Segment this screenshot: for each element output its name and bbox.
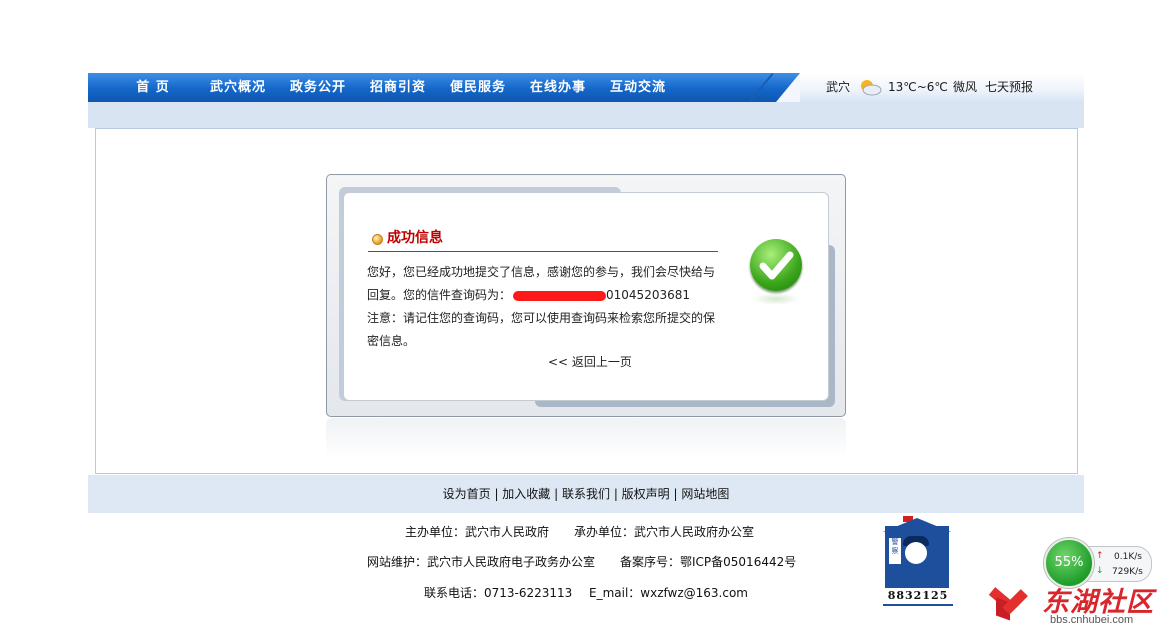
dialog-title-row: 成功信息 xyxy=(368,227,718,252)
dialog-inner-panel: 成功信息 您好，您已经成功地提交了信息，感谢您的参与，我们会尽快给与 回复。您的… xyxy=(343,192,829,401)
back-link[interactable]: << 返回上一页 xyxy=(548,353,632,371)
success-dialog: 成功信息 您好，您已经成功地提交了信息，感谢您的参与，我们会尽快给与 回复。您的… xyxy=(326,174,846,417)
query-code-value: 01045203681 xyxy=(606,288,690,302)
police-face-icon xyxy=(905,542,927,564)
footer-links-bar: 设为首页 | 加入收藏 | 联系我们 | 版权声明 | 网站地图 xyxy=(88,475,1084,513)
nav-item-interaction[interactable]: 互动交流 xyxy=(598,73,678,102)
police-badge[interactable]: 警察 8832125 xyxy=(883,516,955,606)
redacted-code-mark xyxy=(513,290,607,301)
watermark-logo-icon xyxy=(988,582,1032,622)
weather-forecast-link[interactable]: 七天预报 xyxy=(985,73,1033,102)
message-line-4: 密信息。 xyxy=(367,334,416,348)
police-number: 8832125 xyxy=(883,588,953,606)
weather-city: 武穴 xyxy=(826,80,851,94)
footer-link-sitemap[interactable]: 网站地图 xyxy=(681,487,729,501)
upload-arrow-icon: ↑ xyxy=(1096,551,1104,561)
nav-item-public-service[interactable]: 便民服务 xyxy=(438,73,518,102)
footer-email: E_mail：wxzfwz@163.com xyxy=(589,586,748,600)
footer-maintainer: 网站维护：武穴市人民政府电子政务办公室 xyxy=(367,555,596,569)
sub-bar xyxy=(88,102,1084,128)
query-code-label: 回复。您的信件查询码为： xyxy=(367,288,512,302)
footer-link-set-home[interactable]: 设为首页 xyxy=(443,487,491,501)
network-speed-widget[interactable]: 55% ↑ 0.1K/s ↓ 729K/s xyxy=(1044,538,1152,588)
weather-wind: 微风 xyxy=(953,80,978,94)
nav-item-gov-affairs[interactable]: 政务公开 xyxy=(278,73,358,102)
footer-link-contact[interactable]: 联系我们 xyxy=(562,487,610,501)
dialog-reflection xyxy=(326,418,846,458)
checkmark-icon xyxy=(750,239,802,291)
footer-phone: 联系电话：0713-6223113 xyxy=(424,586,573,600)
weather-slant-decoration xyxy=(776,73,800,102)
weather-panel: 武穴 13℃~6℃ 微风 七天预报 xyxy=(748,73,1084,102)
message-line-2: 回复。您的信件查询码为： 01045203681 xyxy=(367,284,727,307)
weather-slant-line xyxy=(748,73,774,102)
partly-cloudy-icon xyxy=(861,80,882,96)
footer-organizer: 承办单位：武穴市人民政府办公室 xyxy=(574,525,755,539)
weather-temperature: 13℃~6℃ xyxy=(888,80,948,94)
footer-link-favorites[interactable]: 加入收藏 xyxy=(502,487,550,501)
download-speed: 729K/s xyxy=(1112,567,1143,577)
bullet-icon xyxy=(372,234,383,245)
message-line-3: 注意：请记住您的查询码，您可以使用查询码来检索您所提交的保 xyxy=(367,311,716,325)
nav-menu: 首 页 武穴概况 政务公开 招商引资 便民服务 在线办事 互动交流 xyxy=(88,73,678,102)
watermark: 东湖社区 bbs.cnhubei.com xyxy=(988,580,1170,632)
checkmark-reflection xyxy=(752,293,800,305)
upload-speed: 0.1K/s xyxy=(1114,552,1142,562)
download-arrow-icon: ↓ xyxy=(1096,566,1104,576)
nav-item-online-service[interactable]: 在线办事 xyxy=(518,73,598,102)
message-line-1: 您好，您已经成功地提交了信息，感谢您的参与，我们会尽快给与 xyxy=(367,265,716,279)
police-sign: 警察 xyxy=(889,538,901,564)
nav-item-investment[interactable]: 招商引资 xyxy=(358,73,438,102)
watermark-url: bbs.cnhubei.com xyxy=(1050,614,1134,626)
footer-link-copyright[interactable]: 版权声明 xyxy=(622,487,670,501)
footer-links: 设为首页 | 加入收藏 | 联系我们 | 版权声明 | 网站地图 xyxy=(442,487,730,501)
dialog-title: 成功信息 xyxy=(387,230,443,246)
footer-sponsor: 主办单位：武穴市人民政府 xyxy=(405,525,550,539)
main-nav-bar: 首 页 武穴概况 政务公开 招商引资 便民服务 在线办事 互动交流 武穴 13℃… xyxy=(88,73,1084,102)
footer-icp: 备案序号：鄂ICP备05016442号 xyxy=(620,555,797,569)
nav-item-overview[interactable]: 武穴概况 xyxy=(198,73,278,102)
